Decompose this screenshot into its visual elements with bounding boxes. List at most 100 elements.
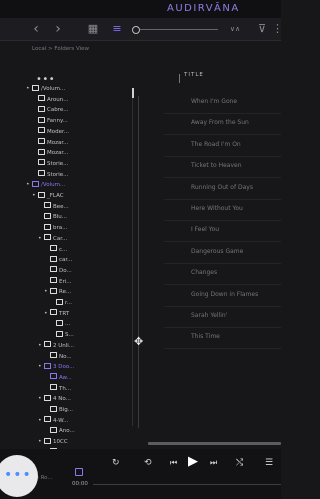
tree-folder-item[interactable]: ... [50,319,70,329]
previous-icon[interactable]: ⏮ [170,458,177,468]
pane-splitter[interactable] [138,96,139,428]
tree-folder-item[interactable]: Storie... [32,159,68,169]
tree-folder-item[interactable]: • Car... [38,234,67,244]
tree-folder-item[interactable]: • TRT [44,309,69,319]
tree-folder-item[interactable]: Aw... [44,373,72,383]
tree-folder-label: 2 Unli... [53,342,75,349]
more-icon[interactable]: ⋮ [272,21,283,37]
track-title: Going Down in Flames [191,290,259,298]
list-view-icon[interactable]: ≡ [110,21,124,37]
folder-icon [38,127,45,134]
track-row[interactable]: The Road I'm On [164,135,281,157]
tree-folder-item[interactable]: Mozar... [32,138,68,148]
track-title: This Time [191,333,220,341]
track-title: Here Without You [191,205,243,212]
progress-bar[interactable] [93,484,281,485]
tree-folder-label: Blu... [53,214,68,221]
folder-icon [50,266,57,273]
horizontal-scrollbar[interactable] [148,442,281,445]
tree-folder-item[interactable]: Eri... [44,277,72,287]
play-icon[interactable]: ▶ [188,454,198,469]
tree-folder-item[interactable]: No... [44,352,72,362]
track-title: Away From the Sun [191,119,249,127]
tree-folder-label: Moder... [47,128,69,135]
tree-folder-item[interactable]: • 3 Doo... [38,362,74,372]
tree-folder-item[interactable]: • 10CC [38,437,68,447]
tree-folder-label: Fanny... [47,118,68,125]
tree-folder-item[interactable]: Big... [44,405,73,415]
track-row[interactable]: Ticket to Heaven [164,156,281,179]
tree-folder-item[interactable]: • _FLAC [32,191,64,201]
track-row[interactable]: Here Without You [164,199,281,221]
tree-folder-label: Mozar... [47,150,69,157]
tree-folder-item[interactable]: c... [44,245,67,255]
tree-folder-item[interactable]: Storie... [32,170,68,180]
tree-folder-label: Re... [59,289,72,296]
tree-folder-item[interactable]: • 2 Unli... [38,341,74,351]
tree-folder-item[interactable]: • 4-W... [38,416,68,426]
tree-folder-item[interactable]: S... [50,330,74,340]
track-row[interactable]: Sarah Yellin' [164,306,281,328]
tree-folder-label: Ano... [59,428,75,435]
tree-folder-item[interactable]: Mozar... [32,148,68,158]
tree-folder-item[interactable]: Th... [44,384,71,394]
tree-folder-item[interactable]: • Re... [44,287,71,297]
tree-folder-item[interactable]: Bee... [38,202,69,212]
track-row[interactable]: Running Out of Days [164,178,281,200]
folder-icon [44,362,51,369]
tree-folder-item[interactable]: Moder... [32,127,69,137]
tree-folder-item[interactable]: Blu... [38,212,67,222]
forward-icon[interactable]: › [52,21,64,37]
track-title: The Road I'm On [191,140,241,148]
folder-icon [50,255,57,262]
tree-folder-label: Bee... [53,203,69,210]
next-icon[interactable]: ⏭ [210,458,217,468]
track-row[interactable]: Going Down in Flames [164,285,281,307]
filter-icon[interactable]: ⊽ [256,21,268,37]
tree-folder-item[interactable]: r... [50,298,72,308]
tree-folder-label: No... [59,353,72,360]
folder-icon [32,180,39,187]
sort-toggle[interactable]: ∨∧ [226,21,244,37]
folder-icon [50,384,57,391]
folder-icon [44,394,51,401]
toolbar: ‹ › ▦ ≡ ∨∧ ⊽ ⋮ [0,18,283,41]
tree-folder-item[interactable]: • 4 No... [38,394,71,404]
tree-folder-item[interactable]: •/Volum... [26,180,65,190]
track-row[interactable]: Changes [164,263,281,286]
tree-folder-item[interactable]: •/Volum... [26,84,65,94]
tree-folder-item[interactable]: Aroun... [32,95,68,105]
elapsed-time: 00:00 [72,481,88,487]
queue-icon[interactable]: ☰ [265,458,273,468]
loop-icon[interactable]: ⟲ [144,458,152,468]
track-row[interactable]: Away From the Sun [164,113,281,136]
zoom-slider-track[interactable] [140,29,218,30]
folder-icon [50,277,57,284]
column-header-title[interactable]: TITLE [184,72,204,78]
tree-scrollbar-thumb[interactable] [132,88,134,98]
tree-folder-label: 10CC [53,439,68,446]
tree-folder-item[interactable]: Cabre... [32,105,68,115]
track-row[interactable]: This Time [164,327,281,350]
grid-view-icon[interactable]: ▦ [86,21,100,37]
track-row[interactable]: I Feel You [164,220,281,243]
tree-scrollbar[interactable] [132,96,133,426]
equalizer-icon[interactable] [75,468,83,476]
track-title: Running Out of Days [191,183,253,191]
zoom-slider-knob[interactable] [132,26,140,34]
shuffle-icon[interactable]: ⤭ [236,458,243,468]
tree-folder-label: Mozar... [47,139,69,146]
track-row[interactable]: When I'm Gone [164,92,281,114]
tree-folder-label: /Volum... [41,182,66,189]
track-row[interactable]: Dangerous Game [164,242,281,264]
tree-folder-item[interactable]: bra... [38,223,67,233]
tree-folder-item[interactable]: Do... [44,266,72,276]
tree-folder-item[interactable]: Fanny... [32,116,68,126]
move-cursor-icon: ✥ [134,335,144,348]
tree-folder-item[interactable]: Ano... [44,426,75,436]
tree-folder-label: TRT [59,310,70,317]
back-icon[interactable]: ‹ [30,21,42,37]
repeat-icon[interactable]: ↻ [112,458,120,468]
tree-folder-item[interactable]: car... [44,255,72,265]
app-brand: AUDIRVĀNA [167,3,240,14]
